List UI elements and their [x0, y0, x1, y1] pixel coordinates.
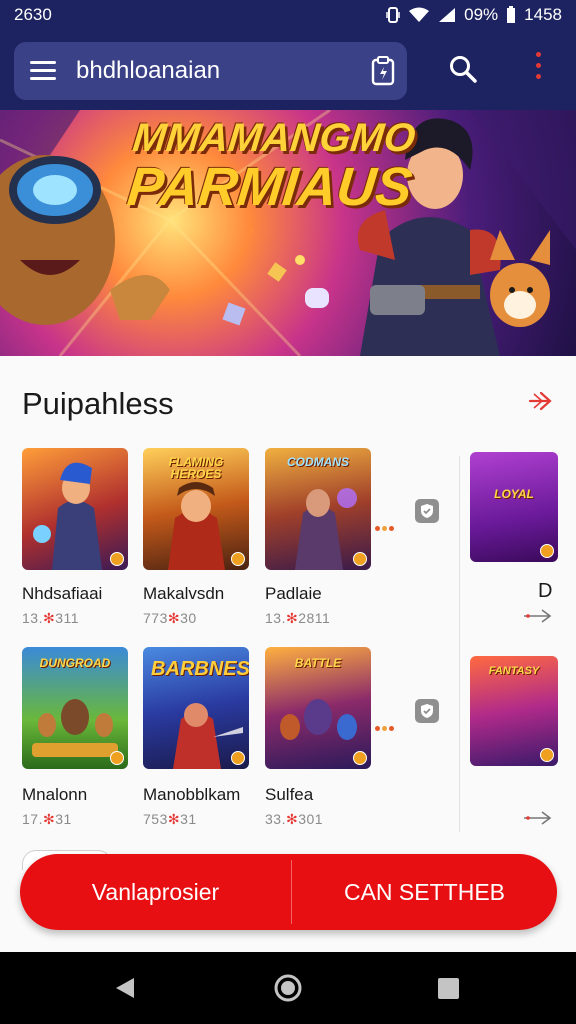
game-meta: 33.✻301 — [265, 811, 324, 827]
more-dots-icon[interactable] — [375, 518, 397, 531]
game-badge-icon — [110, 552, 124, 566]
game-meta: 13.✻311 — [22, 610, 80, 626]
side-game-title[interactable]: D — [538, 580, 552, 603]
game-card-thumbnail[interactable]: BARBNES — [143, 647, 249, 769]
status-icons: 09% 1458 — [386, 5, 562, 25]
more-dots-icon[interactable] — [375, 718, 397, 731]
action-bar: Vanlaprosier CAN SETTHEB — [20, 854, 557, 930]
game-badge-icon — [353, 552, 367, 566]
more-vert-icon[interactable] — [530, 52, 546, 86]
game-badge-icon — [353, 751, 367, 765]
game-card-thumbnail[interactable]: DUNGROAD — [22, 647, 128, 769]
app-title: bhdhloanaian — [76, 57, 221, 84]
game-title[interactable]: Mnalonn — [22, 785, 87, 805]
game-art-text: FLAMING HEROES — [168, 455, 224, 481]
game-meta: 753✻31 — [143, 811, 197, 827]
game-art-text: DUNGROAD — [39, 656, 111, 670]
side-arrow-icon[interactable] — [522, 810, 554, 831]
hero-title-line2: PARMIAUS — [124, 157, 415, 217]
status-clock-right: 1458 — [524, 5, 562, 24]
status-time: 2630 — [14, 5, 52, 24]
primary-action-button[interactable]: Vanlaprosier — [20, 854, 291, 930]
battery-icon — [506, 6, 516, 24]
game-title[interactable]: Makalvsdn — [143, 584, 224, 604]
menu-icon[interactable] — [30, 61, 56, 81]
game-card-thumbnail[interactable]: BATTLE — [265, 647, 371, 769]
wifi-icon — [408, 7, 430, 23]
home-icon[interactable] — [274, 974, 302, 1007]
game-badge-icon — [231, 751, 245, 765]
search-icon[interactable] — [448, 54, 478, 89]
game-badge-icon — [110, 751, 124, 765]
game-card-thumbnail[interactable] — [22, 448, 128, 570]
app-bar: bhdhloanaian — [0, 30, 576, 110]
game-art-text: BATTLE — [294, 656, 342, 670]
side-arrow-icon[interactable] — [522, 608, 554, 629]
hero-title: MMAMANGMO PARMIAUS — [124, 116, 418, 217]
game-meta: 17.✻31 — [22, 811, 72, 827]
secondary-action-button[interactable]: CAN SETTHEB — [292, 854, 557, 930]
shield-check-icon[interactable] — [415, 699, 439, 723]
back-icon[interactable] — [114, 976, 136, 1005]
side-game-thumbnail[interactable]: FANTASY — [470, 656, 558, 766]
game-card-thumbnail[interactable]: FLAMING HEROES — [143, 448, 249, 570]
vibrate-icon — [386, 6, 400, 24]
see-all-arrow-icon[interactable] — [528, 390, 554, 417]
hero-banner[interactable]: MMAMANGMO PARMIAUS — [0, 110, 576, 356]
side-game-thumbnail[interactable]: LOYAL — [470, 452, 558, 562]
clipboard-icon[interactable] — [371, 56, 395, 91]
side-art-text: LOYAL — [494, 487, 534, 501]
game-art-text: CODMANS — [287, 455, 349, 469]
shield-check-icon[interactable] — [415, 499, 439, 523]
game-badge-icon — [540, 748, 554, 762]
game-meta: 773✻30 — [143, 610, 197, 626]
game-title[interactable]: Manobblkam — [143, 785, 240, 805]
column-divider — [459, 456, 460, 832]
game-title[interactable]: Padlaie — [265, 584, 322, 604]
game-badge-icon — [540, 544, 554, 558]
game-art-text: BARBNES — [151, 658, 249, 680]
app-screen: 2630 09% 1458 bhdhloanaian MMAMANGMO PAR… — [0, 0, 576, 1024]
side-art-text: FANTASY — [488, 665, 540, 677]
hero-title-line1: MMAMANGMO — [130, 116, 418, 160]
system-nav-bar — [0, 952, 576, 1024]
signal-icon — [438, 7, 456, 23]
status-bar: 2630 09% 1458 — [0, 0, 576, 30]
section-title: Puipahless — [22, 386, 174, 421]
battery-percent: 09% — [464, 5, 499, 24]
game-title[interactable]: Sulfea — [265, 785, 313, 805]
game-title[interactable]: Nhdsafiaai — [22, 584, 102, 604]
game-card-thumbnail[interactable]: CODMANS — [265, 448, 371, 570]
search-bar[interactable]: bhdhloanaian — [14, 42, 407, 100]
game-badge-icon — [231, 552, 245, 566]
recent-apps-icon[interactable] — [438, 978, 459, 999]
game-meta: 13.✻2811 — [265, 610, 331, 626]
